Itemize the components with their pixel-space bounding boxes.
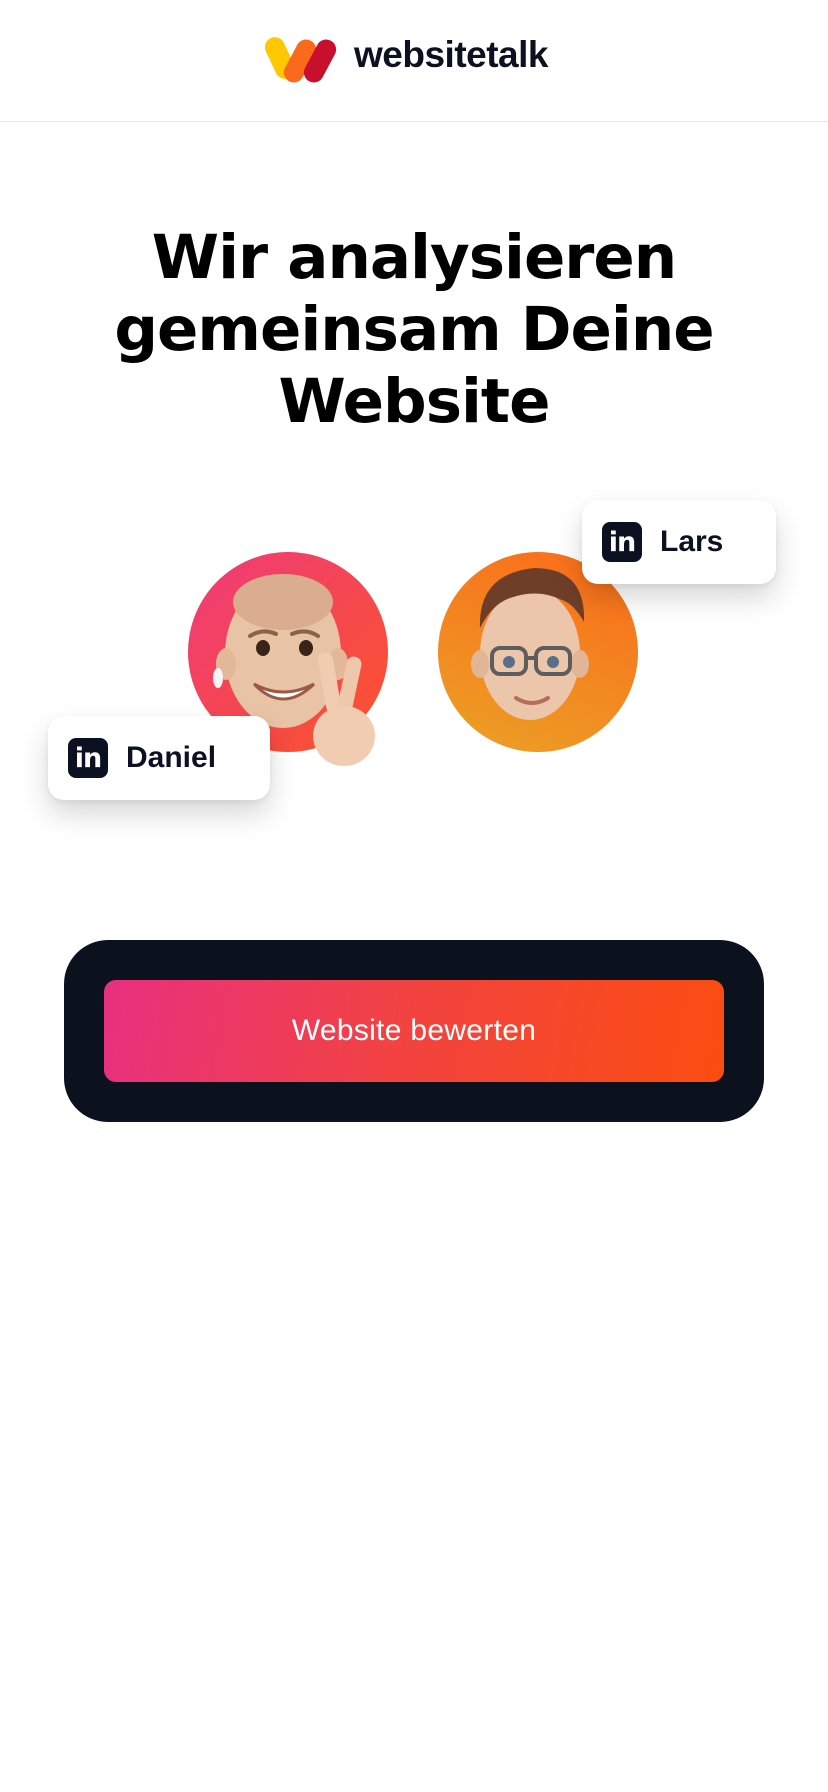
- profile-card-daniel[interactable]: in Daniel: [48, 716, 270, 800]
- headline-line: Wir analysieren: [151, 222, 677, 293]
- page-headline: Wir analysieren gemeinsam Deine Website: [60, 222, 768, 438]
- rate-website-button[interactable]: Website bewerten: [104, 980, 724, 1082]
- linkedin-icon-glyph: in: [74, 743, 102, 774]
- profile-card-lars[interactable]: in Lars: [582, 500, 776, 584]
- linkedin-icon[interactable]: in: [602, 522, 642, 562]
- profile-name: Lars: [660, 525, 724, 558]
- linkedin-icon-glyph: in: [608, 527, 636, 558]
- linkedin-icon[interactable]: in: [68, 738, 108, 778]
- brand-name[interactable]: websitetalk: [354, 34, 548, 76]
- profile-name: Daniel: [126, 741, 217, 774]
- websitetalk-logo-icon[interactable]: [262, 36, 338, 86]
- headline-line: Website: [278, 366, 551, 437]
- headline-line: gemeinsam Deine: [114, 294, 714, 365]
- site-header: websitetalk: [0, 0, 828, 122]
